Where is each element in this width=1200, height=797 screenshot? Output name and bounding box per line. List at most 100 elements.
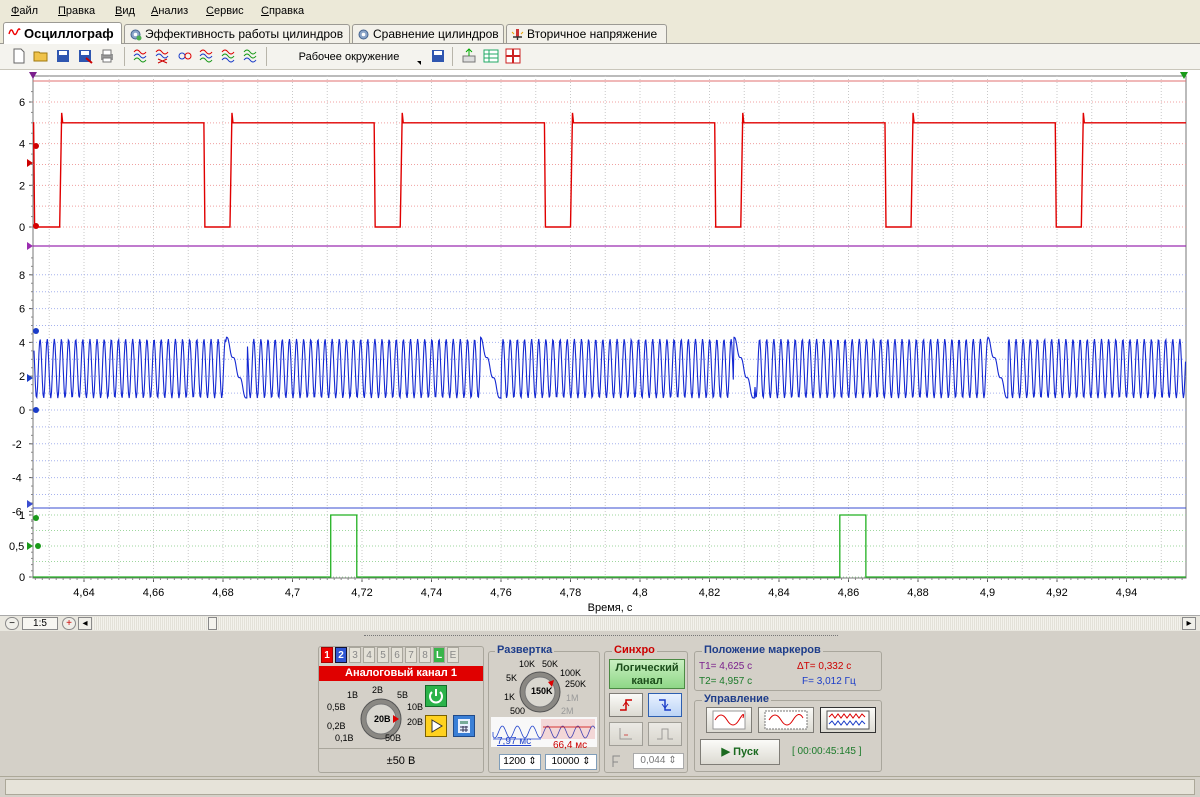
interval-left: 7,97 мс [497, 736, 532, 747]
x-tick-label: 4,68 [212, 587, 233, 599]
y-tick-label: 0 [19, 222, 25, 234]
workspace-button[interactable]: Рабочее окружение [274, 46, 424, 68]
repeat-mode-button[interactable] [758, 707, 814, 733]
channel-tab-7[interactable]: 7 [405, 647, 417, 663]
export-icon[interactable] [461, 48, 477, 64]
ch2-level-marker [33, 328, 39, 334]
sync-pulse-button[interactable] [648, 722, 682, 746]
knob-label-10v: 10В [407, 702, 424, 712]
sync-level-icon [612, 755, 620, 767]
scroll-right-button[interactable]: ▸ [1182, 617, 1196, 630]
sync-level-spin[interactable]: 0,044 ⇕ [633, 753, 684, 769]
ch3-offset-marker [27, 542, 33, 550]
channel-tab-logic[interactable]: L [433, 647, 445, 663]
timebase-label-50k: 50K [542, 659, 559, 669]
zoom-ratio[interactable]: 1:5 [22, 617, 58, 630]
zoom-out-button[interactable]: − [5, 617, 19, 630]
channels-multi-icon[interactable] [155, 48, 171, 64]
y-tick-label: 4 [19, 337, 25, 349]
acquisition-timer: [ 00:00:45:145 ] [792, 746, 862, 757]
channel-tab-4[interactable]: 4 [363, 647, 375, 663]
power-button[interactable] [425, 685, 447, 707]
sync-pretrigger-button[interactable] [609, 722, 643, 746]
plot-grid [32, 75, 1187, 579]
menu-help[interactable]: Справка [261, 5, 304, 17]
marker-delta-t: ΔT= 0,332 с [797, 661, 852, 672]
marker-t1: T1= 4,625 с [699, 661, 753, 672]
channel-tab-3[interactable]: 3 [349, 647, 361, 663]
knob-label-02v: 0,2В [327, 721, 346, 731]
knob-label-50v: 50В [385, 733, 402, 743]
zoom-in-button[interactable]: + [62, 617, 76, 630]
oscilloscope-plot[interactable]: 4,64 4,66 4,68 4,7 4,72 4,74 4,76 4,78 4,8 4,82 4,… [0, 70, 1200, 615]
chevron-down-icon [417, 61, 421, 65]
power-icon [429, 689, 443, 704]
tab-oscilloscope[interactable]: Осциллограф [3, 22, 122, 44]
sync-mode-button[interactable]: Логический канал [609, 659, 685, 689]
channels-b-icon[interactable] [243, 48, 259, 64]
workspace-save-icon[interactable] [430, 48, 446, 64]
x-tick-label: 4,88 [907, 587, 928, 599]
sync-falling-edge-button[interactable] [648, 693, 682, 717]
range-display[interactable]: ±50 В [319, 748, 483, 773]
tab-label: Осциллограф [24, 26, 114, 41]
grid-icon[interactable] [505, 48, 521, 64]
tab-secondary-voltage[interactable]: Вторичное напряжение [506, 24, 667, 43]
toolbar: Рабочее окружение [0, 44, 1200, 70]
x-tick-label: 4,64 [73, 587, 94, 599]
y-tick-label: 0 [19, 405, 25, 417]
menu-bar: Файл Правка Вид Анализ Сервис Справка [0, 0, 1200, 23]
x-tick-label: 4,8 [632, 587, 647, 599]
samples-right-spin[interactable]: 10000 ⇕ [545, 754, 597, 770]
samples-left-spin[interactable]: 1200 ⇕ [499, 754, 541, 770]
timebase-title: Развертка [495, 644, 555, 656]
open-folder-icon[interactable] [33, 48, 49, 64]
single-mode-button[interactable] [706, 707, 752, 733]
channel-tabs: 1 2 3 4 5 6 7 8 L E [319, 647, 485, 664]
channels-a-icon[interactable] [221, 48, 237, 64]
y-tick-label: 2 [19, 371, 25, 383]
scroll-track[interactable] [93, 617, 1181, 630]
start-button[interactable]: ▶ Пуск [700, 739, 780, 765]
x-axis-title: Время, с [588, 602, 633, 614]
table-icon[interactable] [483, 48, 499, 64]
channel-tab-2[interactable]: 2 [335, 647, 347, 663]
pretrigger-icon [619, 728, 632, 740]
channel-tab-5[interactable]: 5 [377, 647, 389, 663]
panel-splitter[interactable] [364, 635, 838, 640]
markers-title: Положение маркеров [702, 644, 823, 656]
channels-xy-icon[interactable] [177, 48, 193, 64]
channel-tab-1[interactable]: 1 [321, 647, 333, 663]
menu-file[interactable]: Файл [11, 5, 38, 17]
save-icon[interactable] [55, 48, 71, 64]
menu-view[interactable]: Вид [115, 5, 135, 17]
channel-tab-8[interactable]: 8 [419, 647, 431, 663]
menu-analysis[interactable]: Анализ [151, 5, 188, 17]
print-icon[interactable] [99, 48, 115, 64]
tab-cylinder-efficiency[interactable]: Эффективность работы цилиндров [124, 24, 350, 43]
y-tick-label: 6 [19, 97, 25, 109]
play-channel-button[interactable] [425, 715, 447, 737]
x-tick-label: 4,72 [351, 587, 372, 599]
record-mode-button[interactable] [820, 707, 876, 733]
y-tick-label: 4 [19, 139, 25, 151]
scroll-left-button[interactable]: ◂ [78, 617, 92, 630]
save-as-icon[interactable] [77, 48, 93, 64]
single-wave-icon [712, 710, 746, 730]
menu-service[interactable]: Сервис [206, 5, 244, 17]
scroll-thumb[interactable] [208, 617, 217, 630]
oscilloscope-view[interactable]: 4,64 4,66 4,68 4,7 4,72 4,74 4,76 4,78 4,8 4,82 4,… [0, 70, 1200, 615]
calculator-button[interactable] [453, 715, 475, 737]
new-file-icon[interactable] [11, 48, 27, 64]
channels-icon[interactable] [133, 48, 149, 64]
channels-sum-icon[interactable] [199, 48, 215, 64]
channel-tab-6[interactable]: 6 [391, 647, 403, 663]
play-icon: ▶ [721, 746, 731, 758]
tab-cylinder-comparison[interactable]: Сравнение цилиндров [352, 24, 504, 43]
x-tick-label: 4,78 [560, 587, 581, 599]
tab-label: Эффективность работы цилиндров [145, 27, 344, 41]
menu-edit[interactable]: Правка [58, 5, 95, 17]
channel-tab-e[interactable]: E [447, 647, 459, 663]
sync-rising-edge-button[interactable] [609, 693, 643, 717]
y-tick-label: 2 [19, 180, 25, 192]
